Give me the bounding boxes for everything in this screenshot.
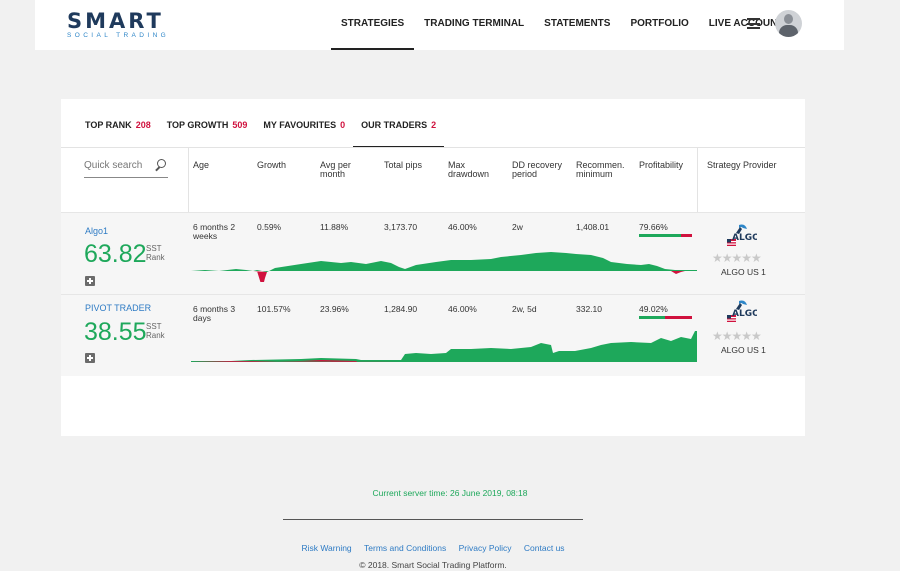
col-header-max-drawdown[interactable]: Max drawdown	[448, 161, 489, 179]
age-value: 6 months 2 weeks	[193, 222, 236, 241]
server-time: Current server time: 26 June 2019, 08:18	[372, 488, 528, 498]
add-favourite-icon[interactable]	[85, 276, 95, 286]
age-value: 6 months 3 days	[193, 304, 236, 323]
avg-per-month-value: 23.96%	[320, 304, 349, 314]
rec-minimum-value: 332.10	[576, 304, 602, 314]
provider-name[interactable]: ALGO US 1	[721, 345, 766, 355]
nav-portfolio[interactable]: PORTFOLIO	[620, 0, 698, 50]
sst-rank-value: 63.82	[84, 240, 147, 268]
tab-top-growth[interactable]: TOP GROWTH 509	[167, 99, 248, 148]
tab-my-favourites[interactable]: MY FAVOURITES 0	[263, 99, 345, 148]
total-pips-value: 3,173.70	[384, 222, 418, 232]
strategy-name-link[interactable]: PIVOT TRADER	[85, 303, 151, 313]
profitability-bar-fill	[639, 234, 682, 237]
strategies-card: TOP RANK 208 TOP GROWTH 509 MY FAVOURITES 0…	[61, 99, 805, 436]
add-favourite-icon[interactable]	[85, 353, 95, 363]
tab-count: 509	[232, 120, 248, 130]
top-header: SMART SOCIAL TRADING STRATEGIES TRADING …	[35, 0, 844, 50]
growth-value: 101.57%	[257, 304, 291, 314]
tab-count: 2	[431, 120, 437, 130]
col-header-age[interactable]: Age	[193, 161, 209, 170]
provider-name[interactable]: ALGO US 1	[721, 267, 766, 277]
tab-label: TOP GROWTH	[166, 120, 229, 130]
risk-warning-link[interactable]: Risk Warning	[301, 543, 351, 553]
smart-logo[interactable]: SMART SOCIAL TRADING	[67, 9, 170, 40]
provider-logo-text: ALGO	[732, 233, 757, 243]
contact-us-link[interactable]: Contact us	[524, 543, 565, 553]
tab-count: 0	[340, 120, 346, 130]
sst-rank-value: 38.55	[84, 318, 147, 346]
tabs-divider	[61, 147, 805, 148]
hamburger-menu-icon[interactable]	[747, 18, 760, 29]
table-row[interactable]: PIVOT TRADER 38.55 SST Rank 6 months 3 d…	[61, 294, 805, 376]
profitability-bar-fill	[639, 316, 665, 319]
dd-recovery-value: 2w, 5d	[512, 304, 537, 314]
algo-provider-logo-icon[interactable]: ALGO	[727, 223, 757, 251]
rating-stars-icon: ★★★★★	[712, 251, 762, 265]
terms-link[interactable]: Terms and Conditions	[364, 543, 446, 553]
table-row[interactable]: Algo1 63.82 SST Rank 6 months 2 weeks 0.…	[61, 212, 805, 294]
nav-trading-terminal[interactable]: TRADING TERMINAL	[414, 0, 534, 50]
tab-label: MY FAVOURITES	[263, 120, 337, 130]
tab-top-rank[interactable]: TOP RANK 208	[85, 99, 151, 148]
col-header-profitability[interactable]: Profitability	[639, 161, 683, 170]
strategy-name-link[interactable]: Algo1	[85, 226, 108, 236]
privacy-policy-link[interactable]: Privacy Policy	[459, 543, 512, 553]
rating-stars-icon: ★★★★★	[712, 329, 762, 343]
col-header-rec-minimum[interactable]: Recommen. minimum	[576, 161, 625, 179]
copyright-text: © 2018. Smart Social Trading Platform.	[359, 560, 507, 570]
growth-sparkline	[191, 252, 697, 282]
total-pips-value: 1,284.90	[384, 304, 418, 314]
profitability-bar	[639, 234, 692, 237]
max-drawdown-value: 46.00%	[448, 304, 477, 314]
tab-label: TOP RANK	[85, 120, 132, 130]
col-header-avg-per-month[interactable]: Avg per month	[320, 161, 351, 179]
footer-divider	[283, 519, 583, 520]
growth-value: 0.59%	[257, 222, 282, 232]
quick-search-input[interactable]: Quick search	[84, 159, 168, 178]
search-icon[interactable]	[155, 159, 166, 172]
footer-links: Risk Warning Terms and Conditions Privac…	[0, 543, 866, 553]
tab-count: 208	[135, 120, 151, 130]
col-header-total-pips[interactable]: Total pips	[384, 161, 422, 170]
main-nav: STRATEGIES TRADING TERMINAL STATEMENTS P…	[331, 0, 793, 50]
nav-statements[interactable]: STATEMENTS	[534, 0, 620, 50]
dd-recovery-value: 2w	[512, 222, 523, 232]
col-header-dd-recovery[interactable]: DD recovery period	[512, 161, 562, 179]
provider-logo-text: ALGO	[732, 309, 757, 319]
algo-provider-logo-icon[interactable]: ALGO	[727, 299, 757, 327]
col-header-strategy-provider: Strategy Provider	[707, 160, 777, 170]
sst-rank-label: SST Rank	[146, 244, 165, 262]
growth-sparkline	[191, 331, 697, 362]
col-header-growth[interactable]: Growth	[257, 161, 286, 170]
nav-strategies[interactable]: STRATEGIES	[331, 0, 415, 50]
logo-main-text: SMART	[67, 9, 164, 33]
profitability-value: 79.66%	[639, 222, 668, 232]
profitability-bar	[639, 316, 692, 319]
max-drawdown-value: 46.00%	[448, 222, 477, 232]
tab-our-traders[interactable]: OUR TRADERS 2	[353, 99, 445, 148]
logo-sub-text: SOCIAL TRADING	[67, 32, 170, 39]
profitability-value: 49.02%	[639, 304, 668, 314]
avg-per-month-value: 11.88%	[320, 222, 349, 232]
sst-rank-label: SST Rank	[146, 322, 165, 340]
rec-minimum-value: 1,408.01	[576, 222, 610, 232]
strategy-tabs: TOP RANK 208 TOP GROWTH 509 MY FAVOURITES 0…	[85, 99, 460, 148]
tab-label: OUR TRADERS	[361, 120, 428, 130]
user-avatar[interactable]	[775, 10, 802, 37]
